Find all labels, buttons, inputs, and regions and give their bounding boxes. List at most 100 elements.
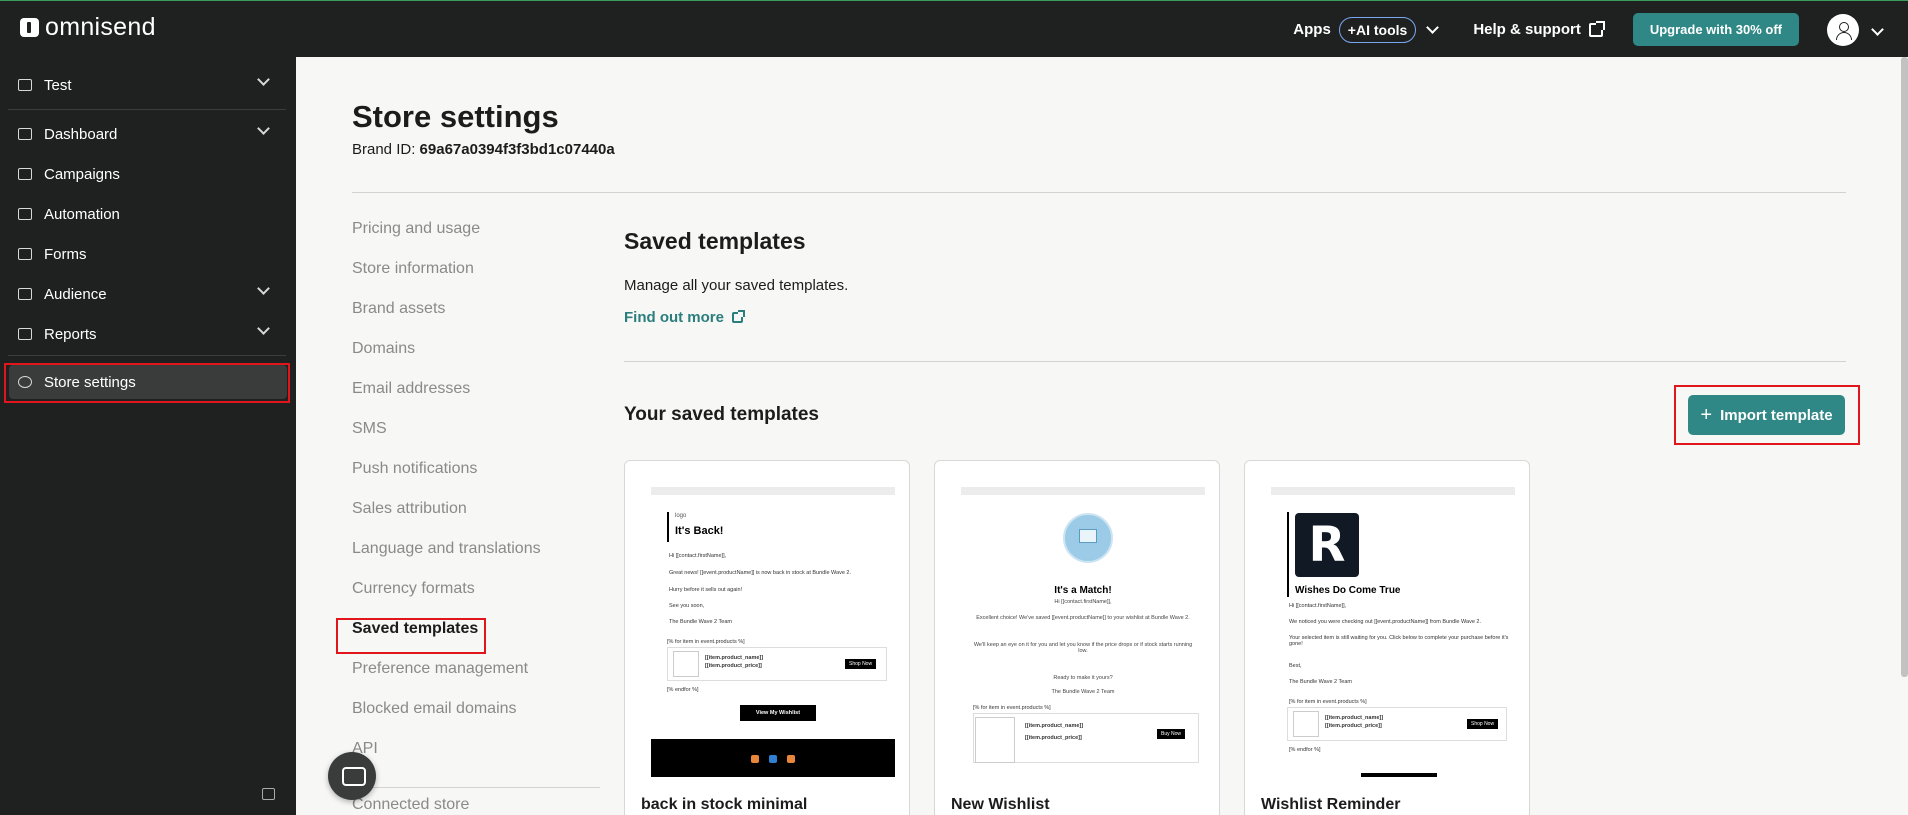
subnav-item-email-addresses[interactable]: Email addresses [352, 380, 541, 420]
template-card[interactable]: R Wishes Do Come True Hi [[contact.first… [1244, 460, 1530, 815]
preview-endfor: [% endfor %] [667, 687, 699, 693]
envelope-icon [1079, 529, 1097, 543]
sidebar-item-label: Reports [44, 325, 97, 343]
sidebar: Test Dashboard Campaigns Automation Form… [0, 57, 296, 815]
preview-line: See you soon, [669, 603, 705, 609]
preview-line: Hurry before it sells out again! [669, 587, 743, 593]
settings-subnav: Pricing and usage Store information Bran… [352, 220, 541, 815]
subnav-item-connected-store[interactable]: Connected store [352, 796, 541, 815]
subnav-item-domains[interactable]: Domains [352, 340, 541, 380]
subnav-item-sms[interactable]: SMS [352, 420, 541, 460]
highlight-box [4, 363, 290, 403]
preview-line: The Bundle Wave 2 Team [1289, 679, 1352, 685]
preview-line: [% for item in event.products %] [1289, 699, 1367, 705]
sidebar-item-label: Dashboard [44, 125, 118, 143]
preview-product-name: [[item.product_name]] [1325, 715, 1384, 721]
chat-button[interactable] [328, 752, 376, 800]
chevron-down-icon [257, 282, 270, 295]
preview-header-bar [651, 487, 895, 495]
highlight-box [1674, 385, 1860, 445]
find-out-more-label: Find out more [624, 309, 724, 326]
preview-line: We'll keep an eye on it for you and let … [973, 642, 1193, 654]
page-title: Store settings [352, 99, 559, 134]
apps-menu[interactable]: Apps [1293, 21, 1331, 38]
preview-buy-now: Buy Now [1157, 729, 1186, 739]
social-icon [751, 755, 759, 763]
subnav-item-brand-assets[interactable]: Brand assets [352, 300, 541, 340]
external-link-icon [732, 310, 745, 323]
help-support-label: Help & support [1473, 21, 1581, 38]
preview-header-bar [1271, 487, 1515, 495]
preview-shop-now: Shop Now [1467, 719, 1499, 729]
brand-id: Brand ID: 69a67a0394f3f3bd1c07440a [352, 141, 615, 158]
preview-line: Ready to make it yours? [1053, 675, 1113, 681]
template-card[interactable]: It's a Match! Hi [[contact.firstName]], … [934, 460, 1220, 815]
subnav-item-api[interactable]: API [352, 740, 541, 780]
subnav-item-sales-attribution[interactable]: Sales attribution [352, 500, 541, 540]
preview-product-image [1293, 711, 1319, 737]
top-right-controls: Apps +AI tools Help & support Upgrade wi… [1293, 1, 1908, 58]
grid-icon [18, 128, 32, 140]
omnisend-logo[interactable]: omnisend [20, 13, 156, 42]
preview-product-price: [[item.product_price]] [1025, 735, 1082, 741]
automation-icon [18, 208, 32, 220]
template-preview: logo It's Back! Hi [[contact.firstName]]… [651, 487, 895, 777]
brand-logo: R [1295, 513, 1359, 577]
subnav-item-language[interactable]: Language and translations [352, 540, 541, 580]
saved-templates-heading: Your saved templates [624, 404, 820, 425]
template-preview: It's a Match! Hi [[contact.firstName]], … [961, 487, 1205, 777]
preview-cta-button [1361, 773, 1437, 777]
preview-line: Hi [[contact.firstName]], [1054, 599, 1112, 605]
divider [624, 361, 1846, 362]
preview-accent-bar [1287, 512, 1289, 597]
subnav-item-currency-formats[interactable]: Currency formats [352, 580, 541, 620]
chevron-down-icon [257, 122, 270, 135]
ai-tools-badge[interactable]: +AI tools [1338, 16, 1417, 43]
preview-product-price: [[item.product_price]] [1325, 723, 1382, 729]
find-out-more-link[interactable]: Find out more [624, 309, 745, 326]
help-support-link[interactable]: Help & support [1473, 20, 1605, 38]
sidebar-item-forms[interactable]: Forms [0, 234, 296, 274]
sidebar-item-campaigns[interactable]: Campaigns [0, 154, 296, 194]
subnav-item-preference-management[interactable]: Preference management [352, 660, 541, 700]
preview-line: Hi [[contact.firstName]], [1289, 603, 1347, 609]
preview-product-name: [[item.product_name]] [1025, 723, 1084, 729]
preview-title: Wishes Do Come True [1295, 585, 1401, 596]
subnav-item-push-notifications[interactable]: Push notifications [352, 460, 541, 500]
template-name: back in stock minimal [641, 796, 808, 813]
sidebar-item-reports[interactable]: Reports [0, 314, 296, 354]
preview-product-image [673, 651, 699, 677]
sidebar-item-automation[interactable]: Automation [0, 194, 296, 234]
subnav-item-store-information[interactable]: Store information [352, 260, 541, 300]
preview-line: [% for item in event.products %] [973, 705, 1051, 711]
main-content: Store settings Brand ID: 69a67a0394f3f3b… [296, 57, 1908, 815]
subnav-item-blocked-email-domains[interactable]: Blocked email domains [352, 700, 541, 740]
page-scrollbar[interactable] [1901, 57, 1908, 677]
sidebar-item-audience[interactable]: Audience [0, 274, 296, 314]
store-selector[interactable]: Test [0, 65, 296, 105]
avatar[interactable] [1827, 13, 1859, 46]
upgrade-button[interactable]: Upgrade with 30% off [1632, 13, 1799, 46]
preview-product-image [975, 717, 1015, 763]
chevron-down-icon[interactable] [1871, 23, 1884, 36]
omnisend-logo-icon [20, 18, 39, 37]
template-name: New Wishlist [951, 796, 1050, 813]
subnav-divider [352, 787, 600, 788]
collapse-sidebar-icon[interactable] [262, 788, 275, 800]
people-icon [18, 288, 32, 300]
sidebar-item-label: Campaigns [44, 165, 120, 183]
preview-header-bar [961, 487, 1205, 495]
preview-line: Great news! [[event.productName]] is now… [669, 570, 851, 576]
preview-logo: logo [675, 513, 687, 519]
template-card[interactable]: logo It's Back! Hi [[contact.firstName]]… [624, 460, 910, 815]
social-icon [787, 755, 795, 763]
preview-line: [% for item in event.products %] [667, 639, 745, 645]
section-description: Manage all your saved templates. [624, 277, 849, 294]
wishlist-badge-icon [1063, 513, 1113, 563]
logo-text: omnisend [45, 13, 156, 41]
chevron-down-icon[interactable] [1426, 21, 1440, 34]
section-title: Saved templates [624, 228, 806, 254]
sidebar-item-dashboard[interactable]: Dashboard [0, 114, 296, 154]
store-icon [18, 79, 32, 91]
subnav-item-pricing[interactable]: Pricing and usage [352, 220, 541, 260]
